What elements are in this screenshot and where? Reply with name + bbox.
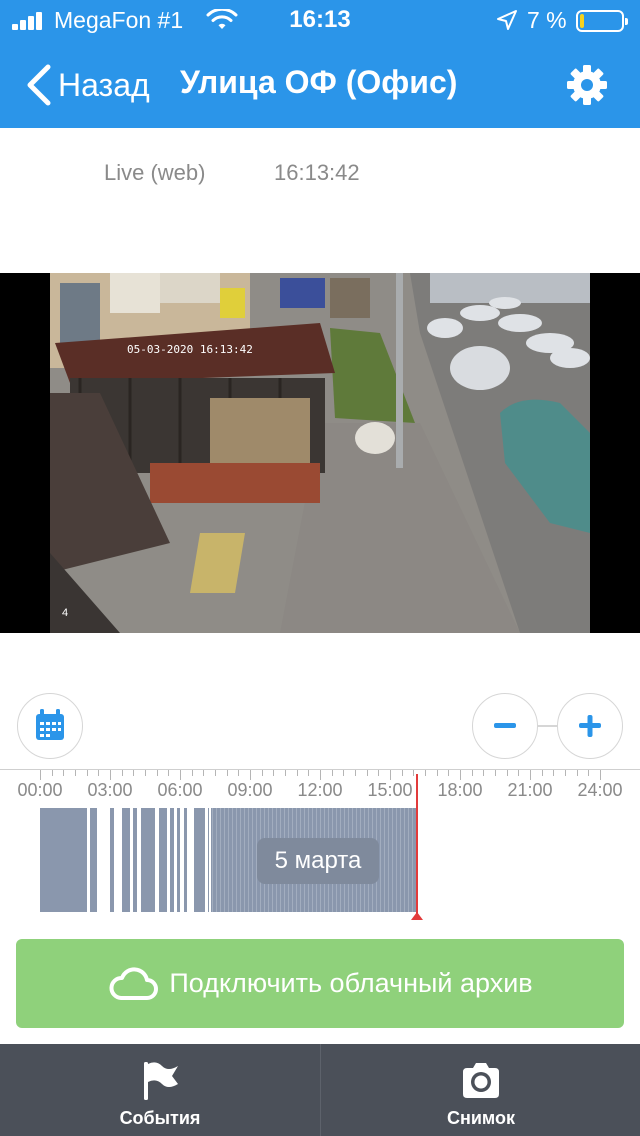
playhead-marker [411, 912, 423, 920]
timeline-tick [448, 770, 450, 776]
camera-overlay-timestamp: 05-03-2020 16:13:42 [127, 343, 253, 356]
timeline-tick-label: 24:00 [577, 780, 623, 800]
timeline-tick [250, 770, 251, 780]
video-player[interactable]: 05-03-2020 16:13:42 4 [0, 273, 640, 633]
timeline-tick [121, 770, 123, 776]
timeline-tick-label: 03:00 [87, 780, 133, 800]
timeline-tick [390, 770, 391, 780]
timeline-tick [413, 770, 415, 776]
top-bar: MegaFon #1 16:13 7 % Назад Улица ОФ (Офи… [0, 0, 640, 128]
timeline-tick [133, 770, 135, 776]
timeline-tick-label: 06:00 [157, 780, 203, 800]
timeline-tick [75, 770, 76, 776]
timeline-tick [40, 770, 41, 780]
plus-icon [578, 714, 601, 737]
timeline-tick [401, 770, 403, 776]
back-label: Назад [58, 66, 150, 103]
battery-percent: 7 % [527, 7, 567, 33]
camera-channel-number: 4 [62, 607, 69, 619]
tab-snapshot-label: Снимок [446, 1108, 516, 1128]
timeline-tick [203, 770, 205, 776]
timeline-tick [226, 770, 228, 776]
timeline-tick-label: 00:00 [17, 780, 63, 800]
timeline-tick [565, 770, 566, 776]
cloud-button-label: Подключить облачный архив [169, 968, 533, 998]
timeline-tick [331, 770, 333, 776]
timeline-tick [343, 770, 345, 776]
timeline-tick [296, 770, 298, 776]
timeline-tick-label: 15:00 [367, 780, 413, 800]
timeline-tick [168, 770, 170, 776]
timeline-tick [553, 770, 555, 776]
zoom-in-button[interactable] [557, 693, 623, 759]
timeline-tick [285, 770, 286, 776]
timeline-tick [425, 770, 426, 776]
timeline-tick [86, 770, 88, 776]
chevron-left-icon [27, 64, 51, 106]
timeline-tick [541, 770, 543, 776]
stream-mode-label: Live (web) [104, 160, 206, 185]
timeline-tick [436, 770, 438, 776]
timeline-tick [320, 770, 321, 780]
timeline-tick [366, 770, 368, 776]
timeline-tick [238, 770, 240, 776]
timeline-tick [588, 770, 590, 776]
timeline-tick-label: 21:00 [507, 780, 553, 800]
location-arrow-icon [497, 10, 517, 30]
tab-events[interactable]: События [0, 1044, 320, 1136]
camera-feed-image: 05-03-2020 16:13:42 4 [50, 273, 590, 633]
calendar-button[interactable] [17, 693, 83, 759]
timeline-tick [600, 770, 601, 780]
timeline-tick [308, 770, 310, 776]
back-button[interactable]: Назад [24, 62, 150, 108]
timeline-tick [530, 770, 531, 780]
timeline-tick [506, 770, 508, 776]
connect-cloud-archive-button[interactable]: Подключить облачный архив [16, 939, 624, 1028]
timeline-tick-label: 12:00 [297, 780, 343, 800]
timeline-tick [261, 770, 263, 776]
timeline-tick [355, 770, 356, 776]
timeline-tick [518, 770, 520, 776]
timeline-tick [273, 770, 275, 776]
timeline-tick [110, 770, 111, 780]
zoom-out-button[interactable] [472, 693, 538, 759]
timeline-tick [495, 770, 496, 776]
camera-icon [463, 1063, 499, 1098]
timeline-tick [180, 770, 181, 780]
minus-icon [493, 722, 516, 728]
timeline-tick-label: 18:00 [437, 780, 483, 800]
flag-icon [144, 1062, 178, 1100]
timeline-tick [483, 770, 485, 776]
page-title: Улица ОФ (Офис) [180, 64, 458, 100]
timeline-playhead[interactable] [416, 774, 418, 916]
timeline-tick [156, 770, 158, 776]
timeline-tick-label: 09:00 [227, 780, 273, 800]
bottom-tab-bar: События Снимок [0, 1044, 640, 1136]
cloud-icon [109, 966, 159, 1000]
date-badge: 5 марта [257, 838, 379, 884]
gear-icon[interactable] [566, 64, 608, 106]
timeline-tick [98, 770, 100, 776]
timeline-tick [460, 770, 461, 780]
timeline-tick [471, 770, 473, 776]
timeline-tick [378, 770, 380, 776]
battery-icon [576, 10, 628, 32]
status-bar: MegaFon #1 16:13 7 % [0, 0, 640, 40]
calendar-icon [35, 708, 64, 740]
timeline-tick [63, 770, 65, 776]
timeline-tick [51, 770, 53, 776]
stream-time: 16:13:42 [274, 160, 360, 185]
tab-snapshot[interactable]: Снимок [320, 1044, 640, 1136]
tab-events-label: События [119, 1108, 201, 1128]
timeline-tick [576, 770, 578, 776]
timeline-tick [145, 770, 146, 776]
timeline-tick [215, 770, 216, 776]
timeline-tick [191, 770, 193, 776]
